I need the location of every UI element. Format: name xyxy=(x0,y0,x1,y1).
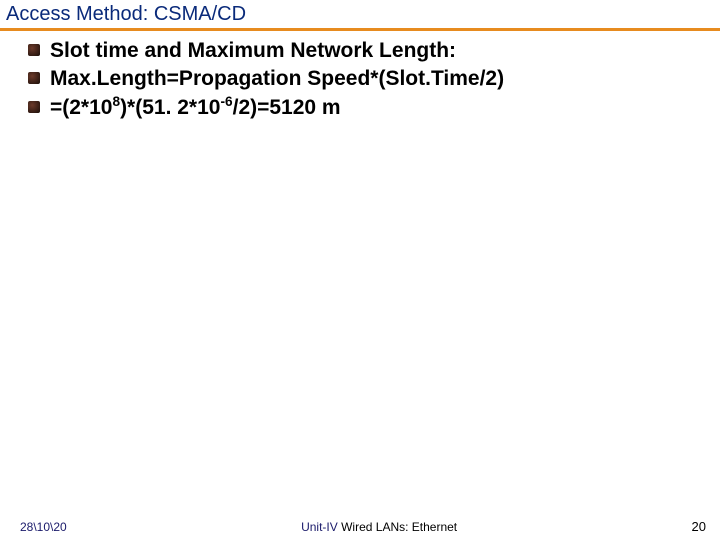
footer-unit-label: Unit-IV xyxy=(301,520,338,534)
footer-topic: Wired LANs: Ethernet xyxy=(338,520,457,534)
footer-page-number: 20 xyxy=(692,519,706,534)
bullet-text: Slot time and Maximum Network Length: xyxy=(50,39,456,62)
slide-title-bar: Access Method: CSMA/CD xyxy=(0,0,720,31)
bullet-text: Max.Length=Propagation Speed*(Slot.Time/… xyxy=(50,67,504,90)
bullet-item: =(2*108)*(51. 2*10-6/2)=5120 m xyxy=(28,94,710,122)
bullet-item: Max.Length=Propagation Speed*(Slot.Time/… xyxy=(28,65,710,93)
footer-date: 28\10\20 xyxy=(20,520,67,534)
slide-title: Access Method: CSMA/CD xyxy=(6,3,246,25)
slide-body: Slot time and Maximum Network Length: Ma… xyxy=(0,31,720,122)
bullet-text: =(2*108)*(51. 2*10-6/2)=5120 m xyxy=(50,96,341,119)
footer-center: Unit-IV Wired LANs: Ethernet xyxy=(67,520,692,534)
bullet-item: Slot time and Maximum Network Length: xyxy=(28,37,710,65)
slide-footer: 28\10\20 Unit-IV Wired LANs: Ethernet 20 xyxy=(0,514,720,540)
